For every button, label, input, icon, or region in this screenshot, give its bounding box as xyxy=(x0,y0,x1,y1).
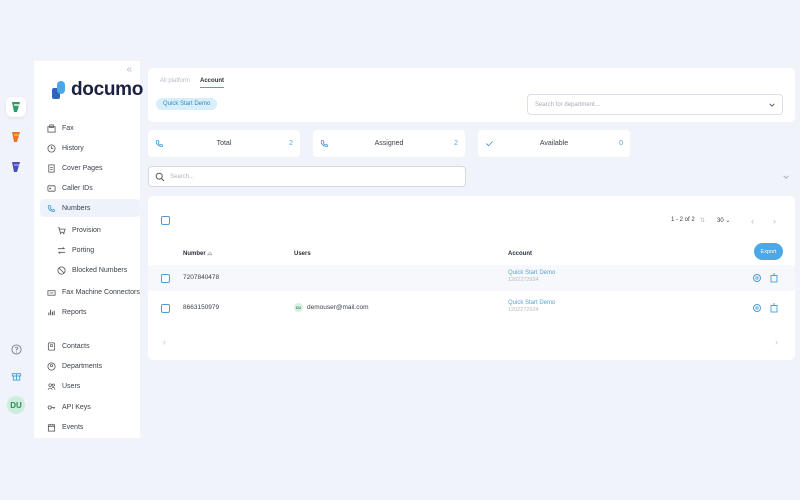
documo-logo: documo xyxy=(52,79,143,101)
tab-account[interactable]: Account xyxy=(200,78,225,88)
collapse-sidebar-icon[interactable]: « xyxy=(126,64,132,75)
row-checkbox[interactable] xyxy=(161,304,170,313)
app-rail: DU xyxy=(0,0,32,500)
table-row[interactable]: 7207840478 Quick Start Demo 1202272924 xyxy=(148,265,795,291)
key-icon xyxy=(47,404,56,410)
column-number[interactable]: Number ⌓ xyxy=(183,251,212,258)
export-button[interactable]: Export xyxy=(754,243,783,260)
users-icon xyxy=(47,382,56,390)
events-icon xyxy=(47,423,56,432)
row-account: Quick Start Demo 1202272924 xyxy=(508,270,555,283)
contacts-icon xyxy=(47,341,56,351)
sidebar-item-contacts[interactable]: Contacts xyxy=(40,337,140,355)
sign-app-icon[interactable] xyxy=(6,127,26,147)
chevron-down-icon xyxy=(769,103,775,107)
user-avatar[interactable]: DU xyxy=(7,396,25,414)
reports-icon xyxy=(48,309,55,315)
block-icon xyxy=(57,265,66,275)
tab-all-platform[interactable]: All platform xyxy=(160,78,190,88)
fax-icon xyxy=(47,123,56,133)
sort-icon[interactable]: ⌓ xyxy=(207,251,212,257)
sidebar-item-fax-machine-connectors[interactable]: Fax Machine Connectors xyxy=(40,283,140,301)
sidebar-item-cover-pages[interactable]: Cover Pages xyxy=(40,159,140,177)
help-icon[interactable] xyxy=(0,344,32,355)
sidebar-item-fax[interactable]: Fax xyxy=(40,119,140,137)
cover-page-icon xyxy=(48,163,55,173)
sidebar-item-api-keys[interactable]: API Keys xyxy=(40,398,140,416)
pager-range: 1 - 2 of 2 xyxy=(671,217,695,223)
column-users: Users xyxy=(294,251,311,257)
account-chip[interactable]: Quick Start Demo xyxy=(156,98,218,110)
header-card: All platform Account Quick Start Demo Se… xyxy=(148,68,795,122)
stat-available: Available 0 xyxy=(478,130,630,157)
fax-app-icon[interactable] xyxy=(6,97,26,117)
next-page-icon[interactable]: › xyxy=(773,216,776,226)
per-page-separator: ⇅ xyxy=(700,218,706,224)
gift-icon[interactable] xyxy=(0,370,32,381)
delete-icon[interactable] xyxy=(769,273,779,285)
row-number: 8663150979 xyxy=(183,304,220,311)
search-icon xyxy=(155,172,165,182)
sidebar-item-events[interactable]: Events xyxy=(40,418,140,436)
row-checkbox[interactable] xyxy=(161,274,170,283)
per-page-select[interactable]: 30 ⌄ xyxy=(717,217,730,224)
sidebar-item-departments[interactable]: Departments xyxy=(40,357,140,375)
row-user: DU demouser@mail.com xyxy=(294,303,369,312)
stat-total: Total 2 xyxy=(148,130,300,157)
sidebar-item-numbers[interactable]: Numbers xyxy=(40,199,140,217)
account-link[interactable]: Quick Start Demo xyxy=(508,270,555,276)
account-id: 1202272924 xyxy=(508,307,539,313)
sidebar-item-provision[interactable]: Provision xyxy=(40,221,140,239)
sidebar-item-porting[interactable]: Porting xyxy=(40,241,140,259)
sidebar-item-blocked-numbers[interactable]: Blocked Numbers xyxy=(40,261,140,279)
fax-machine-icon xyxy=(47,289,56,296)
swap-arrows-icon xyxy=(57,246,66,254)
account-id: 1202272924 xyxy=(508,277,539,283)
stat-assigned: Assigned 2 xyxy=(313,130,465,157)
scroll-left-icon[interactable]: ‹ xyxy=(163,337,166,347)
column-account: Account xyxy=(508,251,532,257)
user-avatar: DU xyxy=(294,303,303,312)
row-account: Quick Start Demo 1202272924 xyxy=(508,300,555,313)
settings-icon[interactable] xyxy=(752,273,762,285)
scroll-right-icon[interactable]: › xyxy=(775,337,778,347)
department-select[interactable]: Search for department... xyxy=(527,94,783,115)
table-row[interactable]: 8663150979 DU demouser@mail.com Quick Sta… xyxy=(148,295,795,321)
numbers-table: 1 - 2 of 2 ⇅ 30 ⌄ ‹ › Number ⌓ Users Acc… xyxy=(148,196,795,360)
sidebar-item-history[interactable]: History xyxy=(40,139,140,157)
select-all-checkbox[interactable] xyxy=(161,216,170,225)
account-link[interactable]: Quick Start Demo xyxy=(508,300,555,306)
settings-icon[interactable] xyxy=(752,303,762,315)
caller-id-icon xyxy=(47,184,56,192)
phone-icon xyxy=(47,204,56,212)
docs-app-icon[interactable] xyxy=(6,157,26,177)
search-input[interactable]: Search... xyxy=(148,166,466,187)
history-icon xyxy=(47,143,56,153)
delete-icon[interactable] xyxy=(769,303,779,315)
sidebar-item-users[interactable]: Users xyxy=(40,377,140,395)
row-number: 7207840478 xyxy=(183,274,220,281)
sidebar-item-caller-ids[interactable]: Caller IDs xyxy=(40,179,140,197)
sidebar: « documo Fax History Cover Pages Caller … xyxy=(34,61,143,438)
prev-page-icon[interactable]: ‹ xyxy=(751,216,754,226)
sidebar-item-reports[interactable]: Reports xyxy=(40,303,140,321)
expand-filters-icon[interactable] xyxy=(782,173,790,181)
cart-icon xyxy=(57,226,66,234)
departments-icon xyxy=(47,361,56,371)
